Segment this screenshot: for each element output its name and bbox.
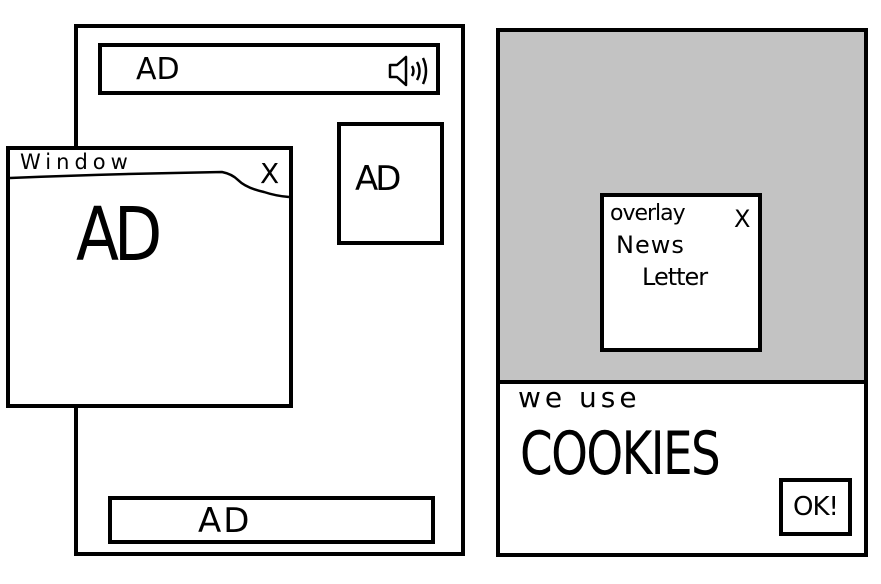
window-popup-ad[interactable]: Window X AD (6, 146, 293, 408)
top-banner-ad-label: AD (136, 52, 180, 87)
cookie-banner: we use COOKIES OK! (496, 380, 868, 557)
newsletter-overlay[interactable]: overlay X News Letter (600, 193, 762, 352)
top-banner-ad[interactable]: AD (98, 43, 440, 95)
bottom-banner-ad-label: AD (198, 501, 252, 541)
overlay-newsletter-line1: News (616, 231, 685, 259)
overlay-title: overlay (610, 201, 686, 226)
side-ad-label: AD (355, 159, 401, 199)
overlay-newsletter-line2: Letter (642, 263, 708, 291)
cookie-ok-label: OK! (793, 492, 839, 522)
cookie-text-line2: COOKIES (520, 419, 721, 489)
overlay-close-button[interactable]: X (734, 207, 750, 231)
cookie-ok-button[interactable]: OK! (779, 478, 852, 536)
speaker-icon[interactable] (384, 53, 432, 93)
cookie-text-line1: we use (518, 381, 641, 414)
side-ad[interactable]: AD (337, 122, 444, 245)
bottom-banner-ad[interactable]: AD (108, 496, 435, 544)
window-ad-content: AD (76, 192, 162, 278)
